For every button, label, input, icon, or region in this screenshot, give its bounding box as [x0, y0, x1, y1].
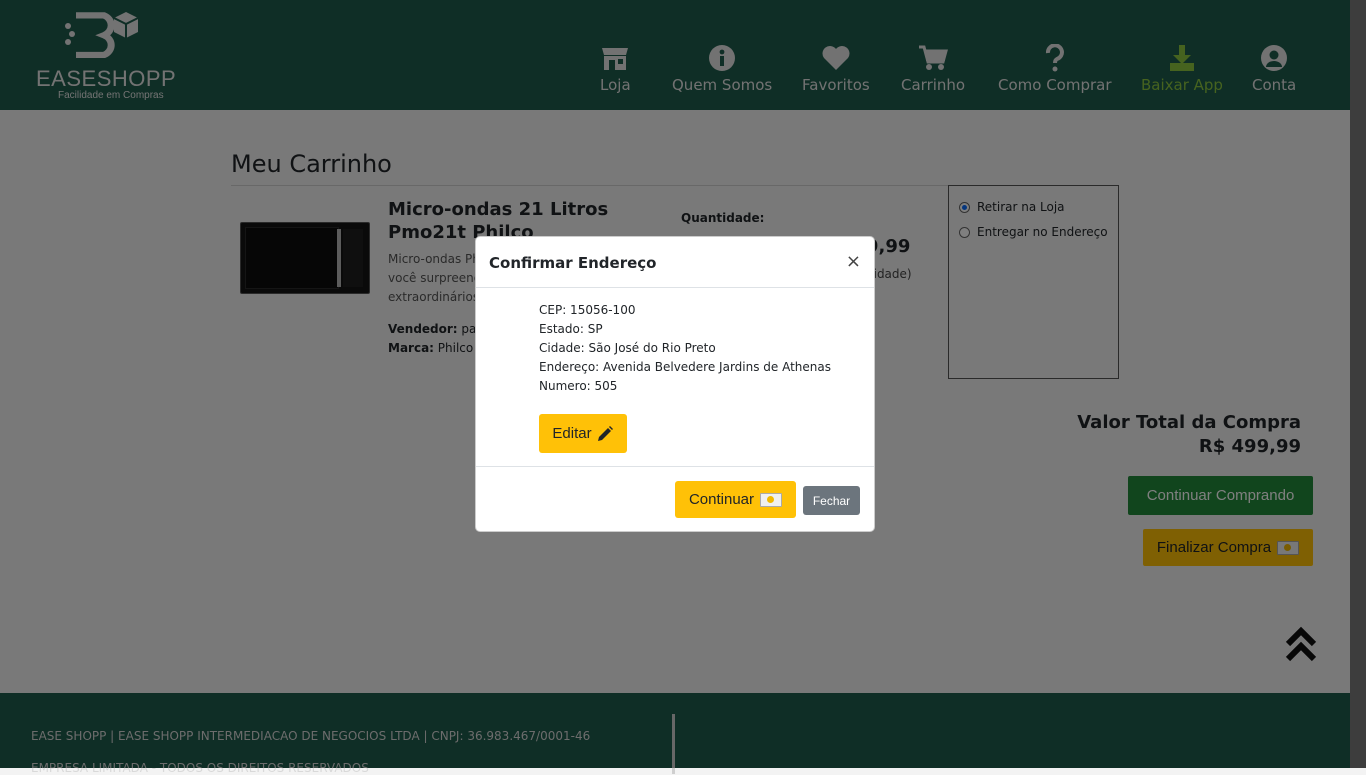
confirm-address-modal: Confirmar Endereço × CEP: 15056-100 Esta…	[475, 236, 875, 532]
modal-header: Confirmar Endereço ×	[476, 237, 874, 288]
close-button[interactable]: Fechar	[803, 486, 860, 515]
address-city: Cidade: São José do Rio Preto	[539, 341, 716, 355]
address-details: CEP: 15056-100 Estado: SP Cidade: São Jo…	[539, 301, 831, 396]
edit-address-button[interactable]: Editar	[539, 414, 627, 453]
address-cep: CEP: 15056-100	[539, 303, 636, 317]
address-street: Endereço: Avenida Belvedere Jardins de A…	[539, 360, 832, 374]
pencil-icon	[597, 425, 613, 441]
money-icon	[760, 492, 783, 507]
modal-footer: Continuar Fechar	[476, 466, 874, 532]
address-state: Estado: SP	[539, 322, 603, 336]
address-number: Numero: 505	[539, 379, 618, 393]
modal-title: Confirmar Endereço	[489, 254, 657, 272]
close-icon[interactable]: ×	[846, 251, 861, 272]
continue-button[interactable]: Continuar	[675, 481, 796, 518]
edit-label: Editar	[552, 425, 592, 442]
continue-label: Continuar	[688, 491, 755, 508]
